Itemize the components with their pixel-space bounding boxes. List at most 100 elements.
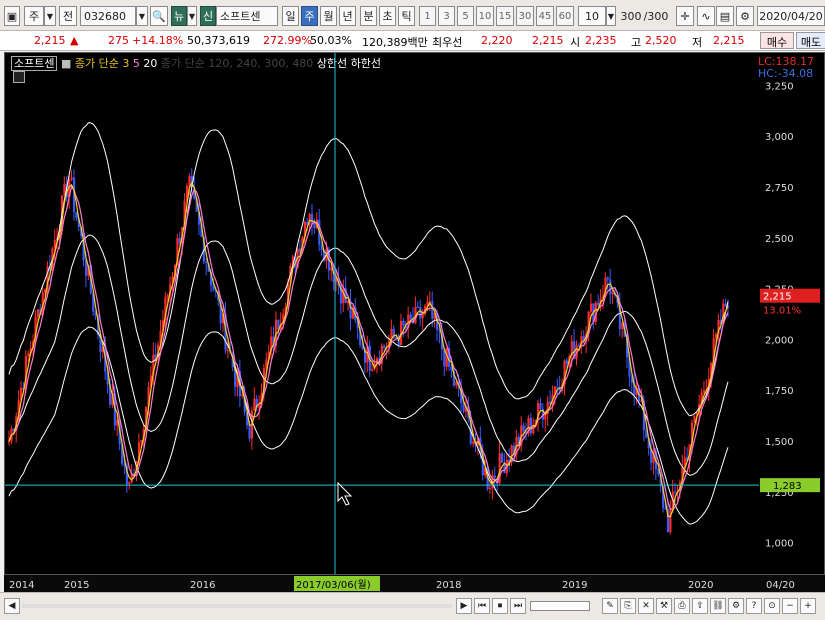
candle-body: [488, 488, 492, 490]
tools-icon[interactable]: ⚒: [656, 598, 672, 614]
page-total: /300: [643, 9, 669, 23]
settings-icon[interactable]: ⚙: [736, 6, 754, 26]
minute-button[interactable]: 분: [360, 6, 377, 26]
candle-body: [409, 314, 412, 319]
last-button[interactable]: ⏭: [510, 598, 526, 614]
config-icon[interactable]: ⚙: [728, 598, 744, 614]
second-button[interactable]: 초: [379, 6, 396, 26]
chart-canvas[interactable]: 3,2503,0002,7502,5002,2502,0001,7501,500…: [5, 53, 824, 575]
window-icon[interactable]: ▣: [4, 6, 20, 26]
period-day[interactable]: 일: [282, 6, 299, 26]
date-field[interactable]: 2020/04/20: [757, 6, 825, 26]
zoom-icon[interactable]: ⊙: [764, 598, 780, 614]
candle-body: [188, 176, 191, 186]
candle-body: [75, 211, 78, 219]
volume-ratio: 272.99%: [263, 34, 312, 47]
link-icon[interactable]: ⛓: [710, 598, 726, 614]
sin-button[interactable]: 신: [200, 6, 216, 26]
high-value: 2,520: [645, 34, 677, 47]
y-tick-label: 2,500: [765, 234, 794, 245]
chevron-down-icon[interactable]: ▼: [44, 6, 56, 26]
cursor-tag-text: 1,283: [773, 481, 802, 492]
search-icon[interactable]: 🔍: [150, 6, 168, 26]
count-select[interactable]: 10: [578, 6, 606, 26]
ma5-line: [8, 185, 729, 511]
cross-icon[interactable]: ✕: [638, 598, 654, 614]
news-button[interactable]: 뉴: [171, 6, 187, 26]
num-60[interactable]: 60: [556, 6, 574, 26]
period-prefix[interactable]: 주: [24, 6, 44, 26]
candle-body: [611, 292, 614, 295]
change-pct: +14.18%: [132, 34, 184, 47]
period-year[interactable]: 년: [339, 6, 356, 26]
time-axis-label: 2015: [64, 580, 89, 591]
stop-button[interactable]: ⏹: [492, 598, 508, 614]
num-30[interactable]: 30: [516, 6, 534, 26]
candle-body: [500, 453, 504, 463]
num-5[interactable]: 5: [457, 6, 474, 26]
save-icon[interactable]: ▤: [716, 6, 734, 26]
low-value: 2,215: [713, 34, 745, 47]
buy-button[interactable]: 매수: [760, 32, 794, 49]
num-3[interactable]: 3: [438, 6, 455, 26]
chevron-down-icon[interactable]: ▼: [136, 6, 148, 26]
help-icon[interactable]: ?: [746, 598, 762, 614]
candle-body: [431, 301, 434, 319]
statusbar: ◀ ▶ ⏮ ⏹ ⏭ ✎ ⎘ ✕ ⚒ ⎙ ⇪ ⛓ ⚙ ? ⊙ − +: [0, 592, 825, 620]
low-label: 저: [692, 36, 703, 49]
pct-tag-text: 13.01%: [763, 306, 801, 317]
prev-button[interactable]: 전: [59, 6, 77, 26]
code-input[interactable]: 032680: [80, 6, 136, 26]
page-count: 300: [620, 9, 642, 23]
y-tick-label: 1,500: [765, 437, 794, 448]
candle-body: [205, 261, 208, 263]
candle-body: [402, 320, 405, 326]
chevron-down-icon[interactable]: ▼: [606, 6, 616, 26]
candle-body: [416, 306, 419, 308]
candle-body: [419, 306, 422, 319]
mouse-cursor-icon: [337, 481, 353, 506]
candle-body: [529, 417, 533, 434]
price: 2,215: [34, 34, 66, 47]
crosshair-icon[interactable]: ✛: [676, 6, 694, 26]
sell-button[interactable]: 매도: [796, 32, 825, 49]
chart-type-icon[interactable]: ∿: [697, 6, 715, 26]
period-week[interactable]: 주: [301, 6, 318, 26]
quote-bar: 2,215 ▲ 275 +14.18% 50,373,619 272.99% 5…: [0, 31, 825, 51]
copy-icon[interactable]: ⎘: [620, 598, 636, 614]
open-value: 2,235: [585, 34, 617, 47]
candle-body: [539, 403, 542, 410]
zoom-in-button[interactable]: +: [800, 598, 816, 614]
time-axis-label: 2018: [436, 580, 461, 591]
num-1[interactable]: 1: [419, 6, 436, 26]
zoom-slider[interactable]: [530, 601, 590, 611]
amount: 120,389백만: [362, 36, 428, 49]
best-label: 최우선: [432, 36, 463, 49]
candle-body: [128, 482, 131, 485]
candle-body: [36, 309, 40, 317]
stock-name-field[interactable]: 소프트센: [216, 6, 278, 26]
draw-icon[interactable]: ✎: [602, 598, 618, 614]
first-button[interactable]: ⏮: [474, 598, 490, 614]
y-tick-label: 2,000: [765, 335, 794, 346]
export-icon[interactable]: ⇪: [692, 598, 708, 614]
y-tick-label: 1,000: [765, 539, 794, 550]
time-axis-label: 04/20: [766, 580, 795, 591]
candle-body: [253, 398, 256, 411]
scroll-track[interactable]: [22, 604, 452, 608]
chevron-down-icon[interactable]: ▼: [187, 6, 197, 26]
scroll-left-button[interactable]: ◀: [4, 598, 20, 614]
play-button[interactable]: ▶: [456, 598, 472, 614]
time-axis-label: 2020: [688, 580, 713, 591]
tick-button[interactable]: 틱: [398, 6, 415, 26]
time-axis-label: 2014: [9, 580, 34, 591]
num-45[interactable]: 45: [536, 6, 554, 26]
zoom-out-button[interactable]: −: [782, 598, 798, 614]
num-10[interactable]: 10: [476, 6, 494, 26]
open-label: 시: [570, 36, 581, 49]
price-chart[interactable]: 소프트센 ■ 종가 단순 3 5 20 종가 단순 120, 240, 300,…: [4, 52, 825, 592]
print-icon[interactable]: ⎙: [674, 598, 690, 614]
num-15[interactable]: 15: [496, 6, 514, 26]
period-month[interactable]: 월: [320, 6, 337, 26]
candle-body: [371, 368, 374, 371]
